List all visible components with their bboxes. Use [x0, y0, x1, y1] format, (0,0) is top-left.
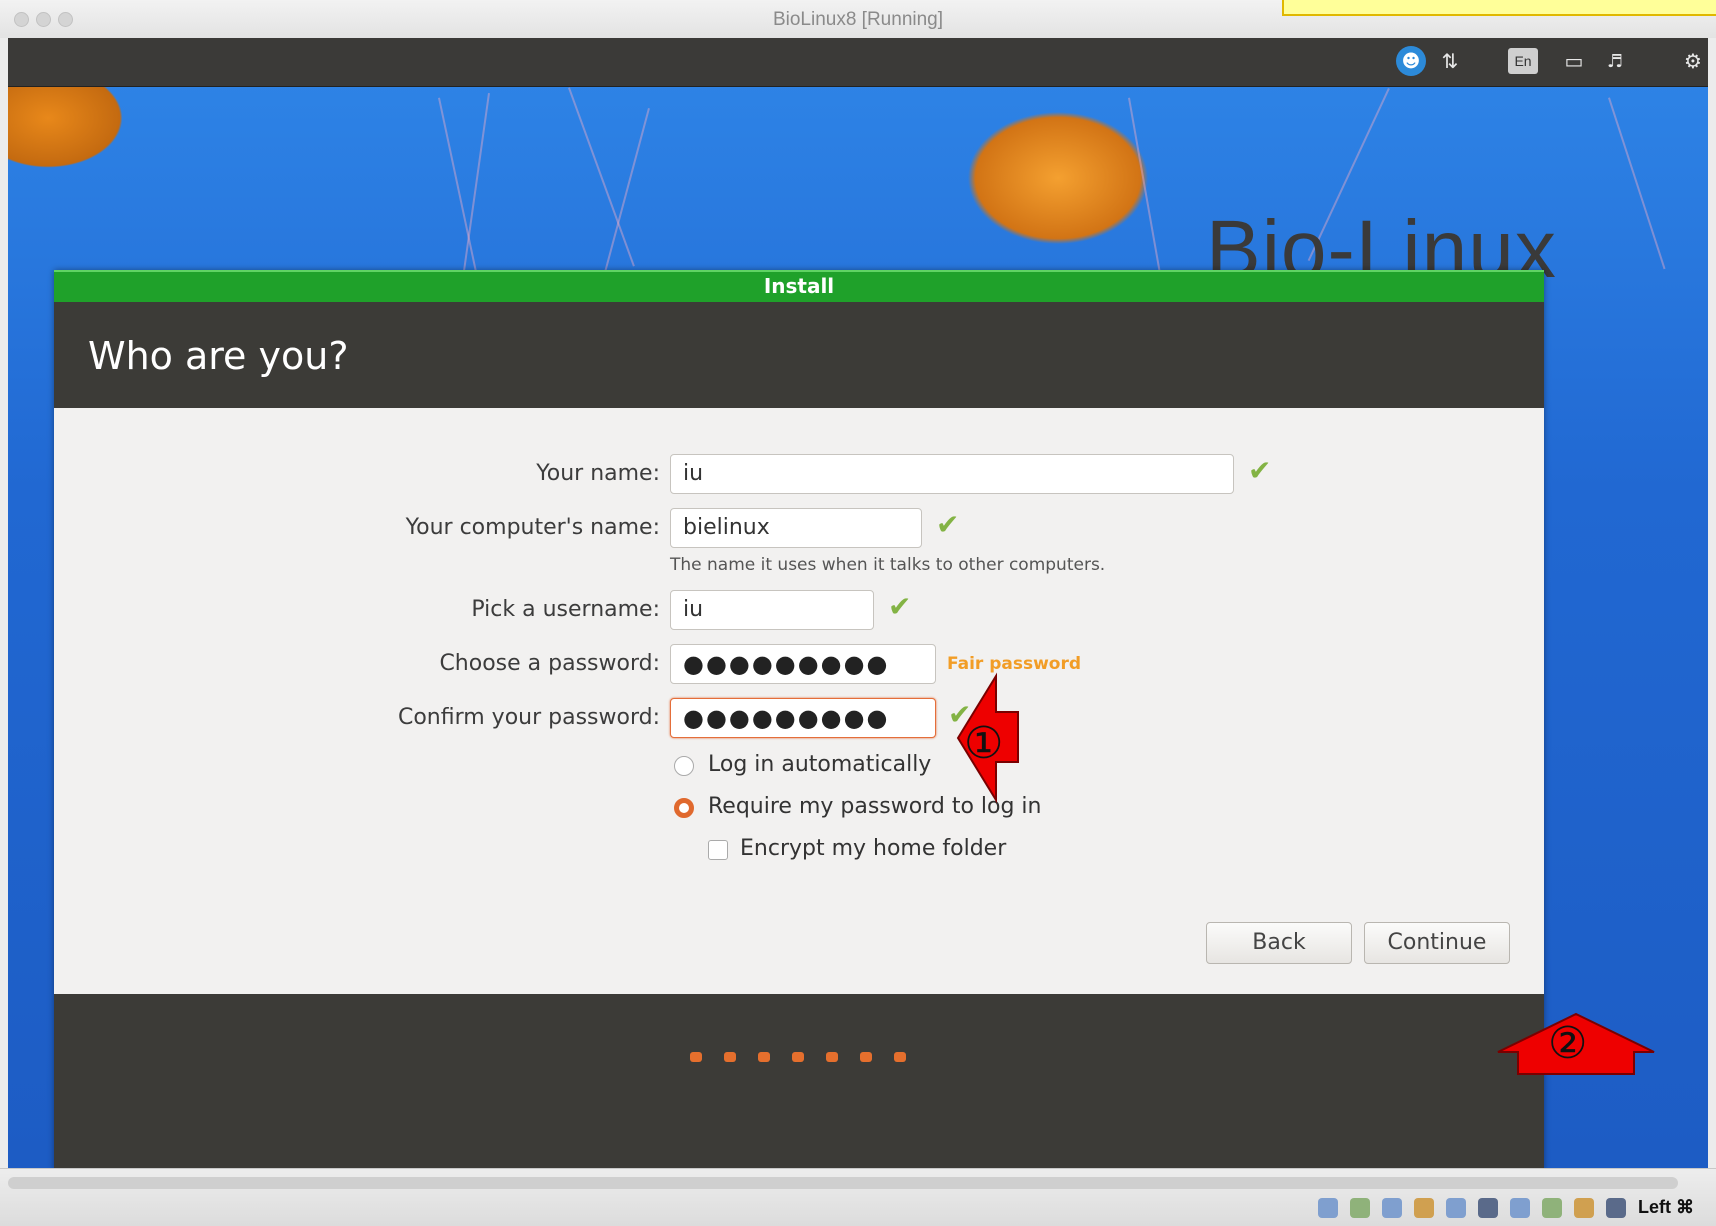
progress-dot — [690, 1052, 702, 1062]
progress-dot — [758, 1052, 770, 1062]
battery-icon[interactable]: ▭ — [1554, 46, 1594, 76]
page-title: Who are you? — [88, 334, 349, 378]
network-adapter-icon[interactable] — [1478, 1197, 1498, 1218]
dialog-title-bar: Install — [54, 270, 1544, 302]
top-panel: ☻ ⇅ En ▭ ♬ ⚙ — [8, 38, 1708, 87]
settings-gear-icon[interactable]: ⚙ — [1680, 46, 1706, 76]
mouse-integration-icon[interactable] — [1574, 1197, 1594, 1218]
keyboard-layout-icon[interactable]: En — [1508, 48, 1538, 74]
shared-folder-icon[interactable] — [1414, 1197, 1434, 1218]
annotation-marker-1: ① — [964, 719, 1004, 768]
progress-dot — [724, 1052, 736, 1062]
install-progress-dots — [690, 1052, 906, 1062]
usb-icon[interactable] — [1382, 1197, 1402, 1218]
computer-name-hint: The name it uses when it talks to other … — [670, 555, 1106, 575]
your-name-input[interactable]: iu — [670, 454, 1234, 494]
password-strength-label: Fair password — [947, 654, 1082, 674]
username-valid-check-icon: ✔ — [888, 590, 912, 623]
accessibility-icon[interactable]: ☻ — [1396, 46, 1426, 76]
annotation-note-box — [1282, 0, 1716, 16]
horizontal-scrollbar[interactable] — [8, 1177, 1678, 1189]
password-input[interactable]: ●●●●●●●●● — [670, 644, 936, 684]
auto-login-label[interactable]: Log in automatically — [708, 752, 931, 777]
auto-login-radio[interactable] — [674, 756, 694, 776]
encrypt-home-label[interactable]: Encrypt my home folder — [740, 836, 1006, 861]
optical-drive-icon[interactable] — [1350, 1197, 1370, 1218]
download-icon[interactable] — [1606, 1197, 1626, 1218]
progress-dot — [894, 1052, 906, 1062]
password-label: Choose a password: — [439, 651, 660, 676]
volume-icon[interactable]: ♬ — [1598, 46, 1632, 76]
username-input[interactable]: iu — [670, 590, 874, 630]
computer-name-valid-check-icon: ✔ — [936, 508, 960, 541]
require-password-radio[interactable] — [674, 798, 694, 818]
display-icon[interactable] — [1446, 1197, 1466, 1218]
annotation-marker-2: ② — [1548, 1019, 1588, 1068]
video-capture-icon[interactable] — [1510, 1197, 1530, 1218]
progress-dot — [860, 1052, 872, 1062]
username-label: Pick a username: — [471, 597, 660, 622]
confirm-password-label: Confirm your password: — [397, 705, 660, 730]
computer-name-input[interactable]: bielinux — [670, 508, 922, 548]
dialog-header: Who are you? — [54, 302, 1544, 408]
require-password-label[interactable]: Require my password to log in — [708, 794, 1042, 819]
vm-display[interactable]: ☻ ⇅ En ▭ ♬ ⚙ Bio-Linux Install Who are y… — [8, 38, 1708, 1168]
progress-dot — [792, 1052, 804, 1062]
host-statusbar: Left ⌘ — [0, 1168, 1716, 1226]
hard-disk-icon[interactable] — [1318, 1197, 1338, 1218]
installer-dialog: Install Who are you? Your name: iu ✔ You… — [54, 270, 1544, 1168]
back-button[interactable]: Back — [1206, 922, 1352, 964]
computer-name-label: Your computer's name: — [405, 515, 660, 540]
your-name-valid-check-icon: ✔ — [1248, 454, 1272, 487]
encrypt-home-checkbox[interactable] — [708, 840, 728, 860]
network-icon[interactable]: ⇅ — [1434, 46, 1466, 76]
your-name-label: Your name: — [536, 461, 660, 486]
cpu-icon[interactable] — [1542, 1197, 1562, 1218]
confirm-password-input[interactable]: ●●●●●●●●● — [670, 698, 936, 738]
progress-dot — [826, 1052, 838, 1062]
host-key-label: Left ⌘ — [1638, 1197, 1694, 1217]
vm-status-icons: Left ⌘ — [1318, 1197, 1694, 1218]
continue-button[interactable]: Continue — [1364, 922, 1510, 964]
dialog-footer — [54, 994, 1544, 1168]
